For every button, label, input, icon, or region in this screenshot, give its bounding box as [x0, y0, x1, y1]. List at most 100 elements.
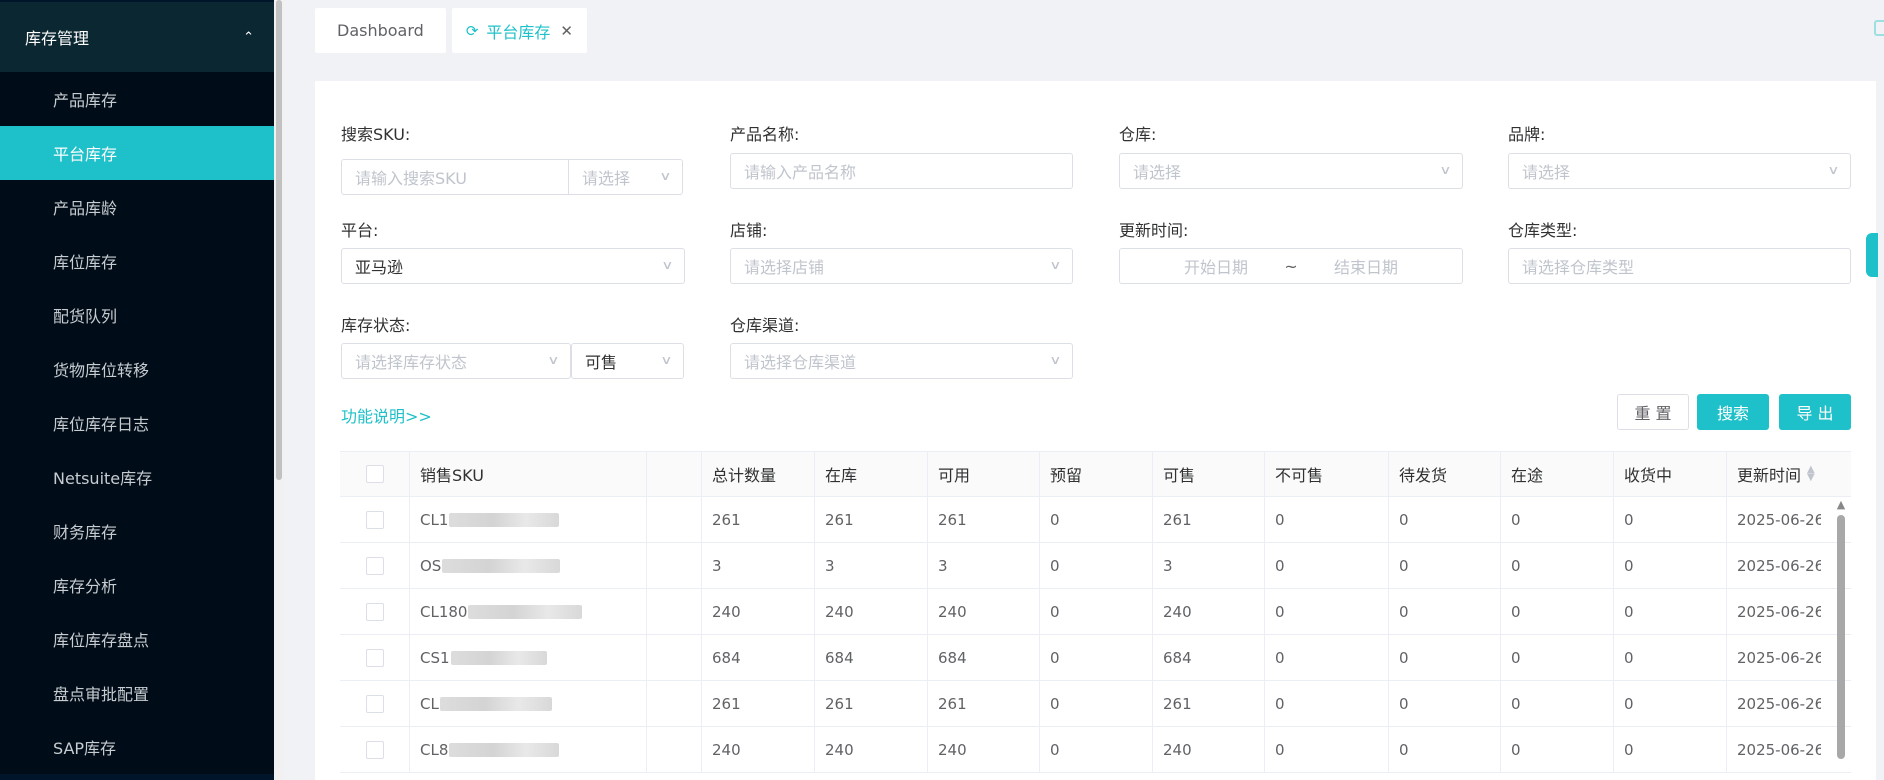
table-row[interactable]: OS 3 3 3 0 3 0 0 0 0 2025-06-26	[340, 543, 1851, 589]
product-name-input[interactable]: 请输入产品名称	[730, 153, 1073, 189]
platform-select[interactable]: 亚马逊 ∨	[341, 248, 685, 284]
sidebar-item-location-count[interactable]: 库位库存盘点	[0, 612, 274, 666]
cell-transit: 0	[1501, 589, 1614, 634]
sidebar-item-label: 配货队列	[53, 307, 118, 326]
sidebar-item-label: 库位库存日志	[53, 415, 150, 434]
warehouse-label: 仓库:	[1119, 125, 1157, 144]
start-date-input[interactable]: 开始日期	[1156, 254, 1276, 278]
sidebar-item-stock-analysis[interactable]: 库存分析	[0, 558, 274, 612]
cell-sellable: 684	[1153, 635, 1265, 680]
close-icon[interactable]: ✕	[560, 22, 573, 40]
cell-sellable: 261	[1153, 681, 1265, 726]
col-transit[interactable]: 在途	[1501, 452, 1614, 496]
col-in-stock[interactable]: 在库	[815, 452, 928, 496]
cell-receiving: 0	[1614, 635, 1727, 680]
sku-type-select[interactable]: 请选择 ∨	[568, 159, 683, 195]
sidebar-item-location-stock[interactable]: 库位库存	[0, 234, 274, 288]
col-reserved[interactable]: 预留	[1040, 452, 1153, 496]
end-date-input[interactable]: 结束日期	[1306, 254, 1426, 278]
sort-icon[interactable]: ▲ ▼	[1807, 465, 1815, 483]
sidebar-item-count-approval[interactable]: 盘点审批配置	[0, 666, 274, 720]
sku-search-input[interactable]: 请输入搜索SKU	[341, 159, 569, 195]
cell-transit: 0	[1501, 543, 1614, 588]
shop-select[interactable]: 请选择店铺 ∨	[730, 248, 1073, 284]
cell-unsellable: 0	[1265, 497, 1389, 542]
cell-in-stock: 240	[815, 589, 928, 634]
tab-platform-stock[interactable]: ⟳ 平台库存 ✕	[451, 8, 587, 53]
side-drawer-handle[interactable]	[1866, 233, 1878, 277]
sidebar-item-finance-stock[interactable]: 财务库存	[0, 504, 274, 558]
col-pending[interactable]: 待发货	[1389, 452, 1501, 496]
lock-icon[interactable]	[1874, 20, 1884, 36]
cell-sellable: 261	[1153, 497, 1265, 542]
cell-unsellable: 0	[1265, 727, 1389, 772]
sidebar-item-product-stock[interactable]: 产品库存	[0, 72, 274, 126]
table-row[interactable]: CL8 240 240 240 0 240 0 0 0 0 2025-06-26	[340, 727, 1851, 773]
search-button[interactable]: 搜索	[1697, 394, 1769, 430]
export-button[interactable]: 导 出	[1779, 394, 1851, 430]
table-scrollbar[interactable]: ▲	[1836, 499, 1846, 780]
cell-sku: CL	[410, 681, 647, 726]
shop-label: 店铺:	[730, 221, 768, 240]
help-link[interactable]: 功能说明>>	[341, 403, 432, 427]
scroll-up-arrow-icon[interactable]: ▲	[1836, 499, 1846, 511]
row-checkbox[interactable]	[365, 556, 384, 575]
warehouse-select[interactable]: 请选择 ∨	[1119, 153, 1463, 189]
warehouse-type-select[interactable]: 请选择仓库类型	[1508, 248, 1851, 284]
cell-blank	[647, 681, 702, 726]
col-updated[interactable]: 更新时间 ▲ ▼	[1727, 452, 1821, 496]
cell-sku: CL8	[410, 727, 647, 772]
cell-receiving: 0	[1614, 589, 1727, 634]
col-available[interactable]: 可用	[928, 452, 1040, 496]
sidebar-item-netsuite-stock[interactable]: Netsuite库存	[0, 450, 274, 504]
scrollbar-thumb[interactable]	[1837, 515, 1845, 759]
channel-select[interactable]: 请选择仓库渠道 ∨	[730, 343, 1073, 379]
sellable-select[interactable]: 可售 ∨	[571, 343, 684, 379]
cell-in-stock: 3	[815, 543, 928, 588]
cell-available: 240	[928, 727, 1040, 772]
cell-reserved: 0	[1040, 727, 1153, 772]
select-all-checkbox[interactable]	[365, 465, 384, 483]
reset-button[interactable]: 重 置	[1617, 394, 1689, 430]
redacted-sku	[450, 650, 547, 665]
sidebar-item-picking-queue[interactable]: 配货队列	[0, 288, 274, 342]
table-row[interactable]: CL 261 261 261 0 261 0 0 0 0 2025-06-26	[340, 681, 1851, 727]
date-range-picker[interactable]: 开始日期 ~ 结束日期	[1119, 248, 1463, 284]
cell-total: 261	[702, 681, 815, 726]
stock-status-select[interactable]: 请选择库存状态 ∨	[341, 343, 571, 379]
cell-pending: 0	[1389, 681, 1501, 726]
row-checkbox[interactable]	[365, 602, 384, 621]
sku-type-placeholder: 请选择	[582, 169, 631, 188]
table-row[interactable]: CL1 261 261 261 0 261 0 0 0 0 2025-06-26	[340, 497, 1851, 543]
sidebar-group-inventory[interactable]: 库存管理 ⌃	[0, 2, 274, 72]
sidebar-item-sap-stock[interactable]: SAP库存	[0, 720, 274, 774]
sidebar-item-location-transfer[interactable]: 货物库位转移	[0, 342, 274, 396]
sidebar-item-platform-stock[interactable]: 平台库存	[0, 126, 274, 180]
col-receiving[interactable]: 收货中	[1614, 452, 1727, 496]
cell-total: 240	[702, 727, 815, 772]
col-unsellable[interactable]: 不可售	[1265, 452, 1389, 496]
sidebar-item-location-log[interactable]: 库位库存日志	[0, 396, 274, 450]
scrollbar-thumb[interactable]	[276, 0, 282, 480]
row-checkbox[interactable]	[365, 694, 384, 713]
cell-sku: CL1	[410, 497, 647, 542]
tab-dashboard[interactable]: Dashboard	[315, 8, 446, 53]
row-checkbox[interactable]	[365, 740, 384, 759]
brand-select[interactable]: 请选择 ∨	[1508, 153, 1851, 189]
main-area: Dashboard ⟳ 平台库存 ✕ 搜索SKU: 请输入搜索SKU 请选择 ∨ …	[284, 0, 1884, 780]
cell-in-stock: 240	[815, 727, 928, 772]
sidebar-group-title: 库存管理	[25, 29, 90, 48]
row-checkbox[interactable]	[365, 510, 384, 529]
cell-total: 3	[702, 543, 815, 588]
table-row[interactable]: CL180 240 240 240 0 240 0 0 0 0 2025-06-26	[340, 589, 1851, 635]
sidebar-item-product-age[interactable]: 产品库龄	[0, 180, 274, 234]
col-sellable[interactable]: 可售	[1153, 452, 1265, 496]
col-total[interactable]: 总计数量	[702, 452, 815, 496]
col-sales-sku[interactable]: 销售SKU	[410, 452, 647, 496]
cell-receiving: 0	[1614, 681, 1727, 726]
table-row[interactable]: CS1 684 684 684 0 684 0 0 0 0 2025-06-26	[340, 635, 1851, 681]
warehouse-type-placeholder: 请选择仓库类型	[1522, 258, 1635, 277]
row-checkbox[interactable]	[365, 648, 384, 667]
sidebar-scrollbar[interactable]	[274, 0, 284, 780]
row-select-cell	[340, 543, 410, 588]
